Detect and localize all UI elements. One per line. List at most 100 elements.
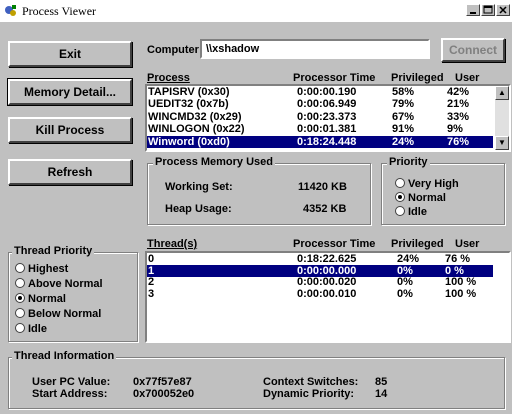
cell-user: 21% (447, 98, 470, 111)
radio-button-icon (15, 278, 25, 288)
process-viewer-window: Process Viewer Exit Memory Detail... Kil… (0, 0, 512, 414)
maximize-button[interactable] (481, 4, 495, 16)
cell-name: UEDIT32 (0x7b) (148, 98, 229, 111)
scroll-up-button[interactable]: ▲ (495, 86, 509, 100)
radio-label: Normal (408, 192, 446, 204)
connect-button[interactable]: Connect (441, 38, 505, 62)
kill-process-button[interactable]: Kill Process (8, 117, 132, 143)
arrow-down-icon: ▼ (498, 138, 506, 147)
memory-detail-button[interactable]: Memory Detail... (7, 78, 133, 106)
process-list[interactable]: TAPISRV (0x30) 0:00:00.190 58% 42% UEDIT32 (… (145, 84, 511, 152)
thread-user-header: User (455, 238, 480, 250)
close-button[interactable] (496, 4, 510, 16)
list-row[interactable]: UEDIT32 (0x7b) 0:00:06.949 79% 21% (147, 98, 493, 110)
thread-priority-radio-above-normal[interactable]: Above Normal (15, 278, 103, 290)
minimize-icon (470, 12, 476, 14)
radio-button-icon (395, 206, 405, 216)
thread-list[interactable]: 0 0:18:22.625 24% 76 % 1 0:00:00.000 0% 0 % 2 0:0… (145, 251, 511, 343)
close-icon (499, 6, 507, 14)
radio-button-icon (15, 308, 25, 318)
cell-user: 42% (447, 86, 470, 98)
list-row[interactable]: Winword (0xd0) 0:18:24.448 24% 76% (147, 135, 493, 148)
arrow-up-icon: ▲ (498, 88, 506, 97)
radio-button-icon (395, 178, 405, 188)
memory-detail-button-label: Memory Detail... (23, 85, 117, 99)
cell-user: 76% (447, 135, 470, 148)
context-switches-value: 85 (375, 376, 388, 388)
radio-label: Highest (28, 263, 69, 275)
scroll-down-button[interactable]: ▼ (495, 136, 509, 150)
cell-name: 2 (148, 276, 155, 288)
exit-button[interactable]: Exit (8, 41, 132, 67)
cell-name: WINLOGON (0x22) (148, 123, 245, 136)
cell-user: 0 % (445, 264, 464, 277)
cell-time: 0:00:06.949 (297, 98, 357, 111)
cell-user: 100 % (445, 287, 477, 300)
computer-input-value: \\xshadow (206, 43, 260, 55)
context-switches-label: Context Switches: (263, 376, 359, 388)
cell-time: 0:18:22.625 (297, 253, 357, 265)
cell-privileged: 24% (392, 135, 415, 148)
process-header: Process (147, 72, 190, 84)
cell-time: 0:00:00.020 (297, 276, 357, 288)
user-pc-value: 0x77f57e87 (133, 376, 192, 388)
thread-priority-radio-below-normal[interactable]: Below Normal (15, 308, 101, 320)
refresh-button-label: Refresh (47, 165, 93, 179)
cell-name: 3 (148, 287, 155, 300)
list-row[interactable]: TAPISRV (0x30) 0:00:00.190 58% 42% (147, 86, 493, 98)
cell-privileged: 0% (397, 287, 413, 300)
thread-priority-radio-highest[interactable]: Highest (15, 263, 68, 275)
cell-privileged: 0% (397, 276, 413, 288)
cell-user: 33% (447, 110, 470, 123)
thread-priority-radio-idle[interactable]: Idle (15, 323, 47, 335)
priority-title: Priority (387, 156, 430, 168)
process-memory-title: Process Memory Used (153, 156, 275, 168)
window-title: Process Viewer (22, 4, 97, 18)
thread-priority-radio-normal[interactable]: Normal (15, 293, 66, 305)
process-privileged-header: Privileged (391, 72, 444, 84)
list-row[interactable]: WINCMD32 (0x29) 0:00:23.373 67% 33% (147, 111, 493, 123)
list-row[interactable]: 0 0:18:22.625 24% 76 % (147, 253, 493, 265)
radio-label: Above Normal (28, 278, 103, 290)
radio-button-icon (15, 293, 25, 303)
priority-radio-idle[interactable]: Idle (395, 206, 427, 218)
list-row[interactable]: WINLOGON (0x22) 0:00:01.381 91% 9% (147, 123, 493, 135)
exit-button-label: Exit (58, 47, 81, 61)
cell-privileged: 0% (397, 264, 413, 277)
cell-time: 0:00:00.010 (297, 287, 357, 300)
start-address-value: 0x700052e0 (133, 388, 195, 400)
cell-name: 1 (148, 264, 155, 277)
priority-radio-normal[interactable]: Normal (395, 192, 446, 204)
heap-usage-value: 4352 KB (303, 203, 347, 215)
thread-privileged-header: Privileged (391, 238, 444, 250)
cell-user: 76 % (445, 253, 471, 265)
cell-time: 0:00:00.000 (297, 264, 357, 277)
heap-usage-label: Heap Usage: (165, 203, 232, 215)
cell-name: Winword (0xd0) (148, 135, 230, 148)
radio-label: Idle (408, 206, 427, 218)
computer-label: Computer: (147, 44, 203, 56)
minimize-button[interactable] (466, 4, 480, 16)
dynamic-priority-value: 14 (375, 388, 388, 400)
title-bar[interactable]: Process Viewer (0, 0, 512, 22)
cell-name: 0 (148, 253, 155, 265)
computer-input[interactable]: \\xshadow (200, 39, 430, 59)
process-viewer-icon (5, 5, 16, 16)
working-set-value: 11420 KB (298, 181, 347, 193)
connect-button-label: Connect (449, 43, 497, 57)
cell-privileged: 91% (392, 123, 415, 136)
cell-time: 0:00:01.381 (297, 123, 357, 136)
priority-radio-very-high[interactable]: Very High (395, 178, 459, 190)
cell-time: 0:18:24.448 (297, 135, 357, 148)
user-pc-label: User PC Value: (32, 376, 111, 388)
radio-button-icon (15, 263, 25, 273)
list-row[interactable]: 3 0:00:00.010 0% 100 % (147, 288, 493, 300)
refresh-button[interactable]: Refresh (8, 159, 132, 185)
radio-label: Below Normal (28, 308, 102, 320)
radio-button-icon (395, 192, 405, 202)
list-row[interactable]: 1 0:00:00.000 0% 0 % (147, 264, 493, 277)
radio-button-icon (15, 323, 25, 333)
list-row[interactable]: 2 0:00:00.020 0% 100 % (147, 276, 493, 288)
process-list-scrollbar[interactable]: ▲ ▼ (495, 86, 509, 150)
radio-label: Normal (28, 293, 66, 305)
